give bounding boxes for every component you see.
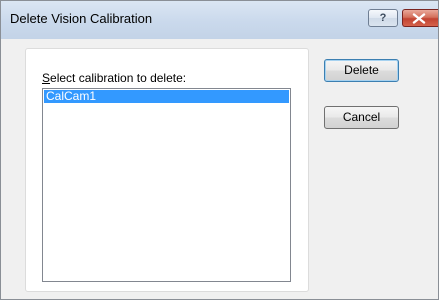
- close-icon: [412, 13, 426, 24]
- close-button[interactable]: [402, 9, 438, 27]
- calibration-listbox[interactable]: CalCam1: [42, 88, 291, 282]
- dialog-body: Select calibration to delete: CalCam1 De…: [1, 39, 438, 299]
- list-item-calcam1[interactable]: CalCam1: [44, 90, 289, 103]
- help-button[interactable]: ?: [368, 9, 398, 27]
- list-label: Select calibration to delete:: [42, 71, 186, 85]
- list-label-mnemonic: S: [42, 71, 51, 85]
- list-label-text: elect calibration to delete:: [50, 71, 187, 85]
- help-icon: ?: [379, 12, 387, 24]
- window-title: Delete Vision Calibration: [10, 11, 153, 26]
- title-bar[interactable]: Delete Vision Calibration ?: [1, 1, 438, 39]
- cancel-button[interactable]: Cancel: [324, 106, 399, 129]
- delete-button[interactable]: Delete: [324, 59, 399, 82]
- dialog-window: Delete Vision Calibration ? Select calib…: [0, 0, 439, 300]
- calibration-panel: Select calibration to delete: CalCam1: [25, 48, 309, 292]
